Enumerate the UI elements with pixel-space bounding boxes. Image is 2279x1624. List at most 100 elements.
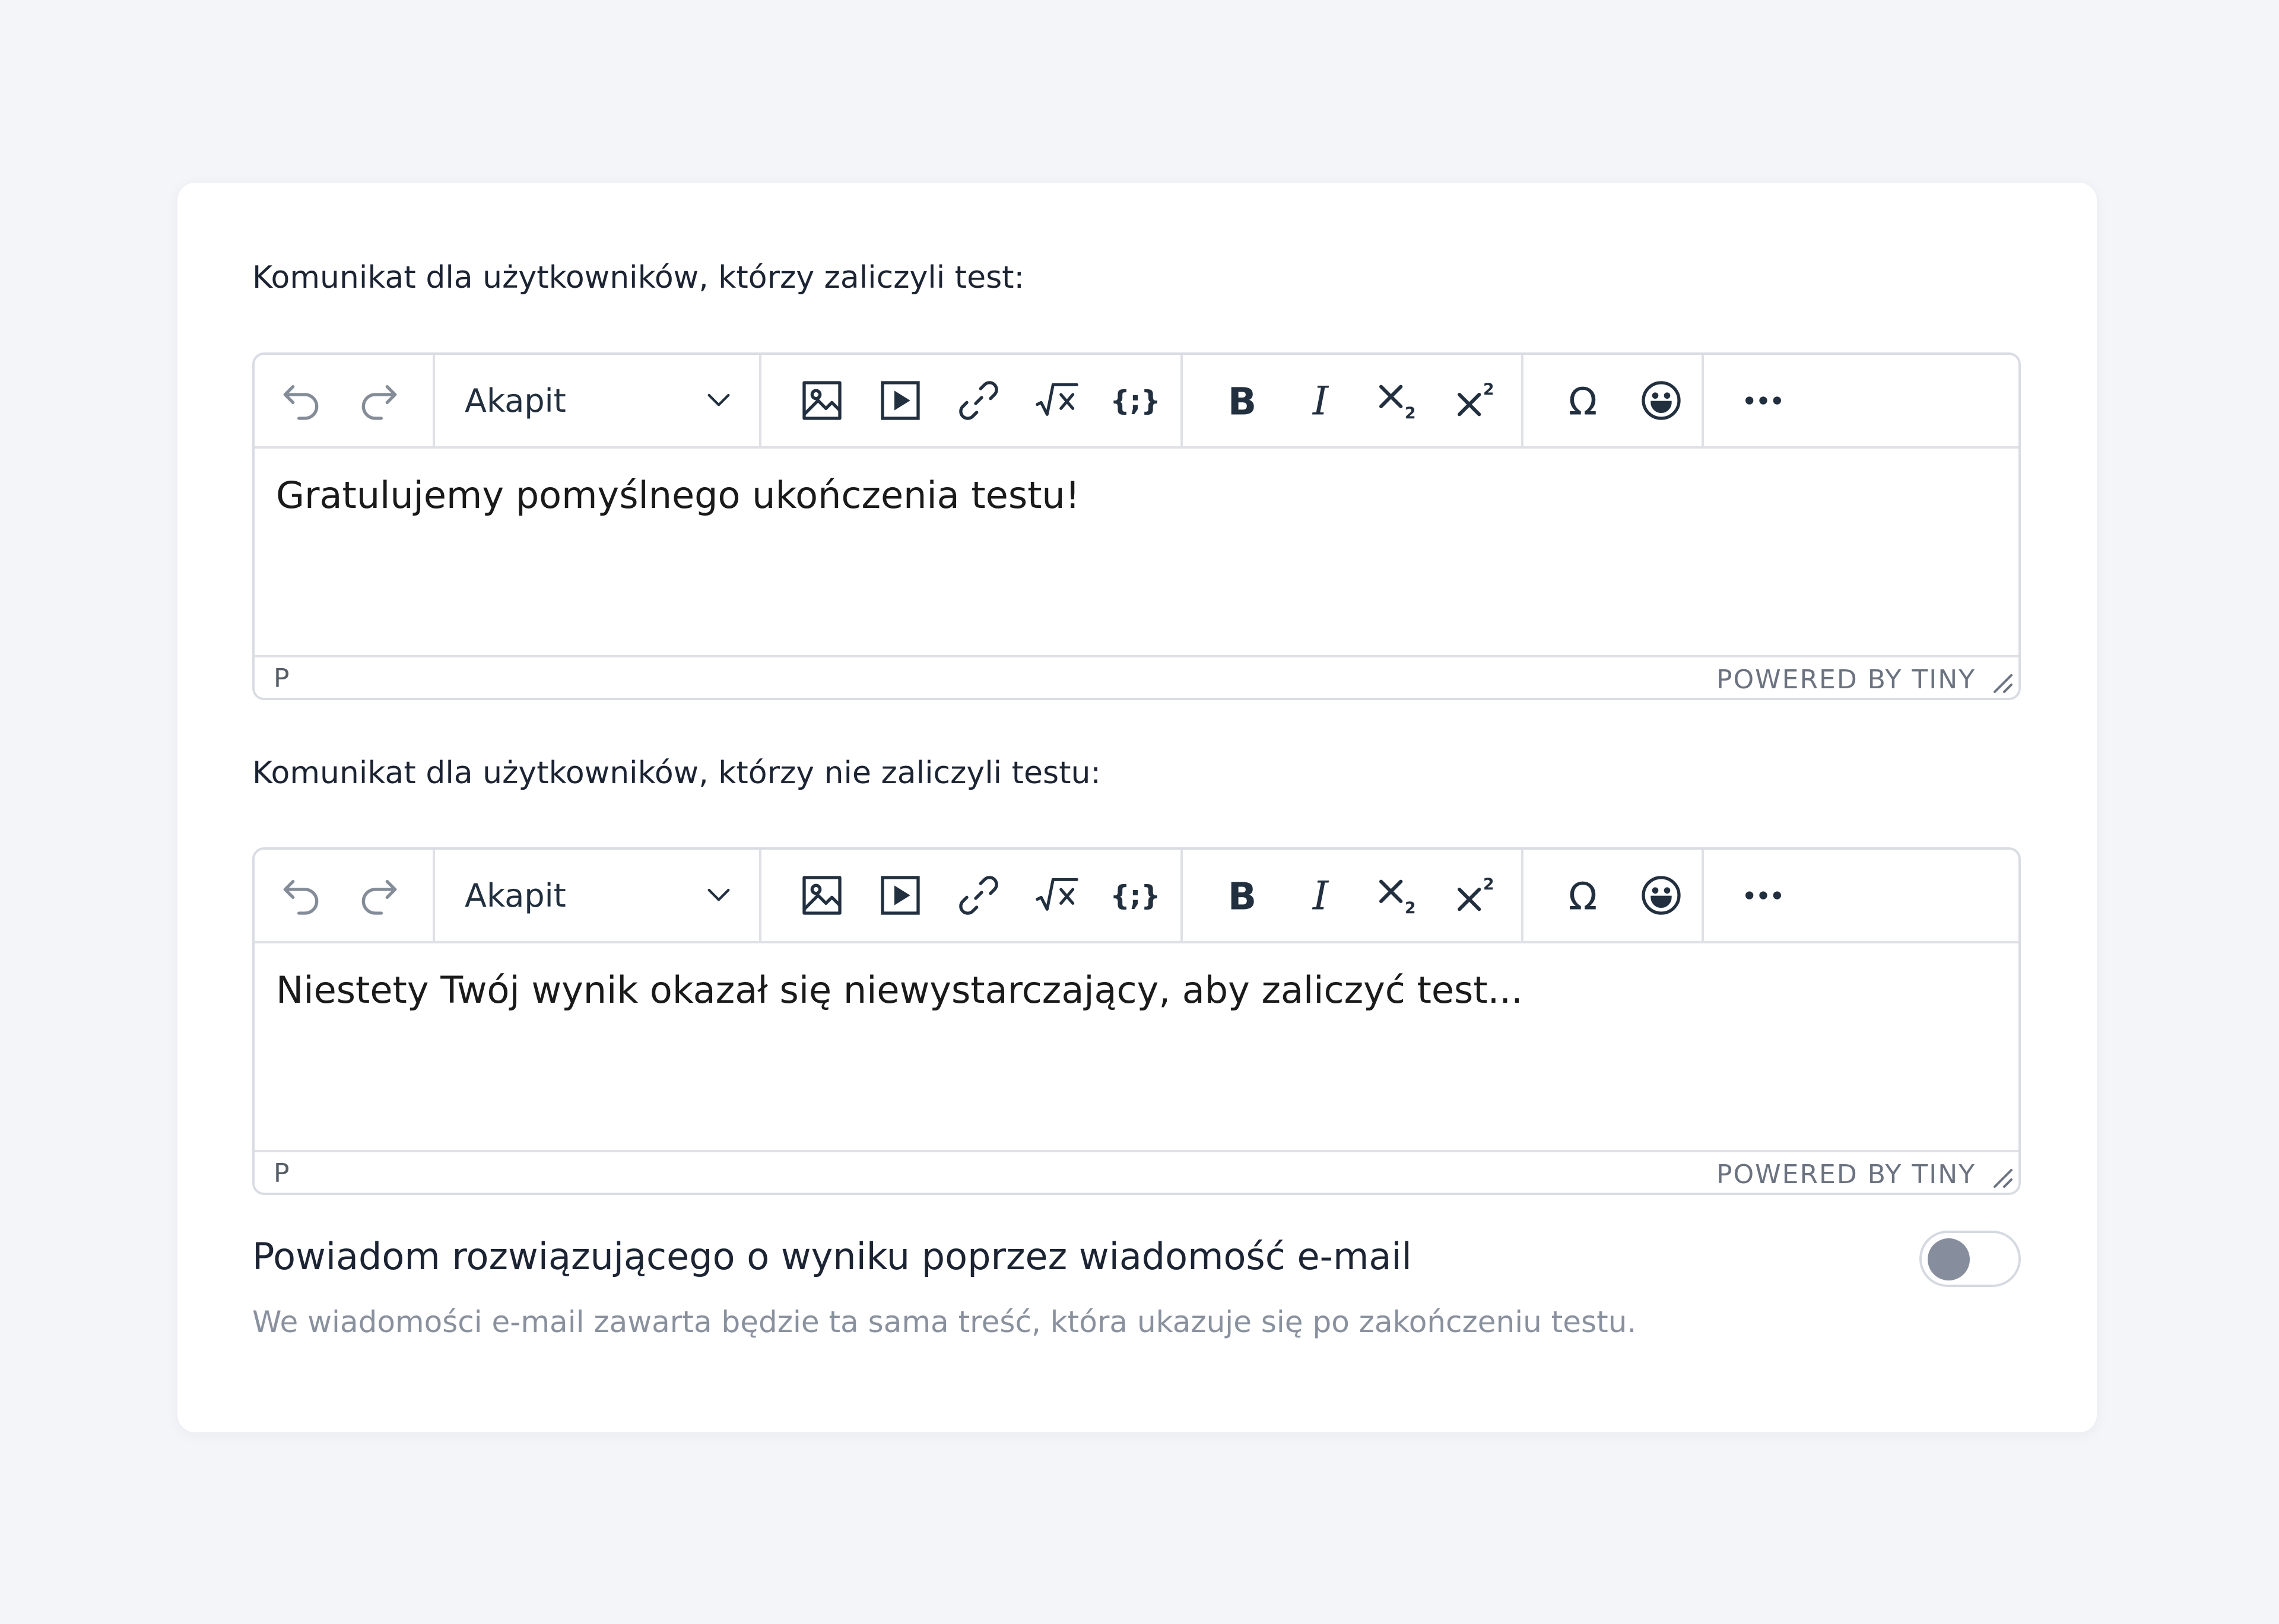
italic-button[interactable]: I — [1281, 856, 1360, 935]
emoji-icon — [1642, 876, 1681, 915]
more-group — [1704, 850, 1802, 941]
block-format-value: Akapit — [465, 382, 566, 419]
powered-by-link[interactable]: POWERED BY TINY — [1716, 1159, 1976, 1190]
failed-message-editor: Akapit {;} B I 2 2 Ω Niestety Twój wynik… — [252, 847, 2021, 1195]
svg-text:{;}: {;} — [1112, 881, 1159, 913]
insert-group: {;} — [761, 850, 1183, 941]
superscript-icon: 2 — [1458, 875, 1494, 911]
failed-message-label: Komunikat dla użytkowników, którzy nie z… — [252, 755, 1101, 791]
subscript-button[interactable]: 2 — [1360, 361, 1438, 440]
svg-text:I: I — [1312, 377, 1329, 424]
superscript-button[interactable]: 2 — [1438, 856, 1516, 935]
media-icon — [881, 381, 920, 420]
undo-icon — [283, 385, 319, 420]
undo-icon — [283, 880, 319, 915]
undo-button[interactable] — [262, 856, 340, 935]
editor-toolbar: Akapit {;} B I 2 2 Ω — [255, 355, 2018, 449]
insert-math-button[interactable] — [1018, 856, 1096, 935]
omega-icon: Ω — [1569, 379, 1597, 423]
bold-icon: B — [1228, 379, 1256, 423]
bold-button[interactable]: B — [1203, 856, 1281, 935]
history-group — [255, 355, 435, 446]
more-icon — [1745, 891, 1781, 900]
insert-math-button[interactable] — [1018, 361, 1096, 440]
svg-text:I: I — [1312, 872, 1329, 919]
emoticons-button[interactable] — [1622, 856, 1700, 935]
special-character-button[interactable]: Ω — [1544, 361, 1622, 440]
subscript-button[interactable]: 2 — [1360, 856, 1438, 935]
insert-image-button[interactable] — [783, 856, 861, 935]
toggle-knob — [1928, 1238, 1970, 1280]
insert-media-button[interactable] — [861, 856, 939, 935]
superscript-icon: 2 — [1458, 380, 1494, 417]
editor-toolbar: Akapit {;} B I 2 2 Ω — [255, 850, 2018, 943]
omega-icon: Ω — [1569, 874, 1597, 918]
svg-text:Ω: Ω — [1569, 379, 1597, 423]
insert-code-button[interactable]: {;} — [1096, 361, 1175, 440]
editor-content[interactable]: Niestety Twój wynik okazał się niewystar… — [276, 968, 1523, 1012]
bold-icon: B — [1228, 874, 1256, 918]
bold-button[interactable]: B — [1203, 361, 1281, 440]
format-group: B I 2 2 — [1183, 355, 1523, 446]
resize-handle-icon[interactable] — [1990, 670, 2014, 694]
email-notify-toggle[interactable] — [1919, 1231, 2021, 1287]
svg-text:Ω: Ω — [1569, 874, 1597, 918]
italic-icon: I — [1312, 377, 1329, 424]
more-button[interactable] — [1724, 361, 1802, 440]
link-icon — [959, 381, 998, 420]
redo-button[interactable] — [340, 856, 418, 935]
subscript-icon: 2 — [1379, 879, 1416, 917]
code-braces-icon: {;} — [1112, 386, 1159, 418]
svg-text:2: 2 — [1405, 899, 1416, 917]
element-path[interactable]: P — [274, 1158, 290, 1188]
chevron-down-icon — [702, 383, 735, 418]
emoticons-button[interactable] — [1622, 361, 1700, 440]
insert-code-button[interactable]: {;} — [1096, 856, 1175, 935]
redo-icon — [361, 880, 397, 915]
insert-image-button[interactable] — [783, 361, 861, 440]
svg-text:B: B — [1228, 874, 1256, 918]
insert-group: {;} — [761, 355, 1183, 446]
italic-icon: I — [1312, 872, 1329, 919]
svg-text:2: 2 — [1483, 875, 1494, 894]
special-group: Ω — [1523, 850, 1704, 941]
block-format-value: Akapit — [465, 876, 566, 914]
italic-button[interactable]: I — [1281, 361, 1360, 440]
more-icon — [1745, 396, 1781, 405]
resize-handle-icon[interactable] — [1990, 1165, 2014, 1189]
superscript-button[interactable]: 2 — [1438, 361, 1516, 440]
link-icon — [959, 876, 998, 915]
editor-statusbar: P POWERED BY TINY — [255, 1150, 2018, 1193]
block-format-select[interactable]: Akapit — [435, 850, 761, 941]
image-icon — [802, 876, 842, 915]
media-icon — [881, 876, 920, 915]
undo-button[interactable] — [262, 361, 340, 440]
block-format-select[interactable]: Akapit — [435, 355, 761, 446]
math-equation-icon — [1036, 878, 1078, 911]
special-character-button[interactable]: Ω — [1544, 856, 1622, 935]
powered-by-link[interactable]: POWERED BY TINY — [1716, 665, 1976, 695]
emoji-icon — [1642, 381, 1681, 420]
svg-text:{;}: {;} — [1112, 386, 1159, 418]
special-group: Ω — [1523, 355, 1704, 446]
redo-button[interactable] — [340, 361, 418, 440]
settings-card: Komunikat dla użytkowników, którzy zalic… — [177, 183, 2097, 1432]
svg-text:B: B — [1228, 379, 1256, 423]
redo-icon — [361, 385, 397, 420]
code-braces-icon: {;} — [1112, 881, 1159, 913]
math-equation-icon — [1036, 383, 1078, 416]
element-path[interactable]: P — [274, 663, 290, 694]
insert-link-button[interactable] — [939, 856, 1018, 935]
more-button[interactable] — [1724, 856, 1802, 935]
passed-message-label: Komunikat dla użytkowników, którzy zalic… — [252, 260, 1025, 295]
chevron-down-icon — [702, 878, 735, 913]
image-icon — [802, 381, 842, 420]
svg-text:2: 2 — [1483, 380, 1494, 399]
insert-link-button[interactable] — [939, 361, 1018, 440]
history-group — [255, 850, 435, 941]
insert-media-button[interactable] — [861, 361, 939, 440]
subscript-icon: 2 — [1379, 384, 1416, 422]
format-group: B I 2 2 — [1183, 850, 1523, 941]
email-notify-description: We wiadomości e-mail zawarta będzie ta s… — [252, 1305, 1637, 1339]
editor-content[interactable]: Gratulujemy pomyślnego ukończenia testu! — [276, 473, 1080, 517]
